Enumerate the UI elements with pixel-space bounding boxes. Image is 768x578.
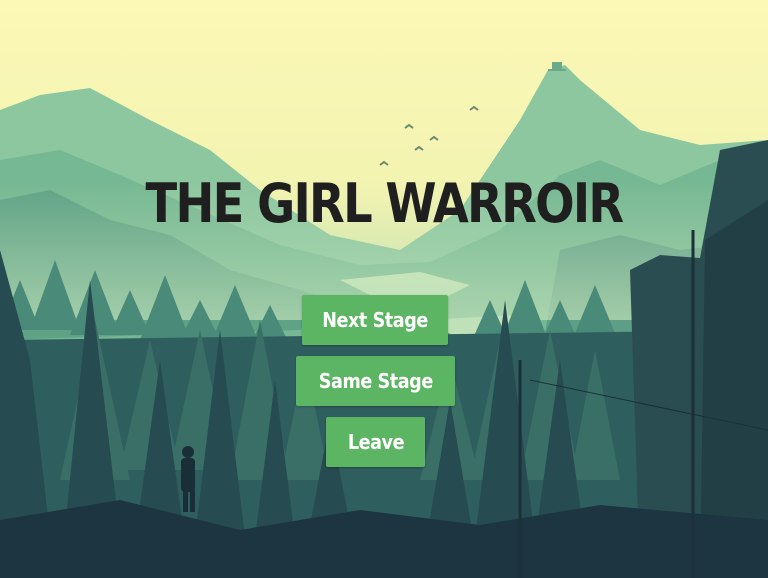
game-screen: THE GIRL WARROIR Next Stage Same Stage L…	[0, 0, 768, 578]
next-stage-button[interactable]: Next Stage	[302, 295, 448, 345]
same-stage-button[interactable]: Same Stage	[296, 356, 455, 406]
game-title: THE GIRL WARROIR	[145, 172, 625, 235]
next-stage-label: Next Stage	[322, 308, 428, 332]
same-stage-label: Same Stage	[318, 369, 433, 393]
forest-landscape-background	[0, 0, 768, 578]
leave-button[interactable]: Leave	[326, 417, 425, 467]
leave-label: Leave	[347, 430, 404, 454]
